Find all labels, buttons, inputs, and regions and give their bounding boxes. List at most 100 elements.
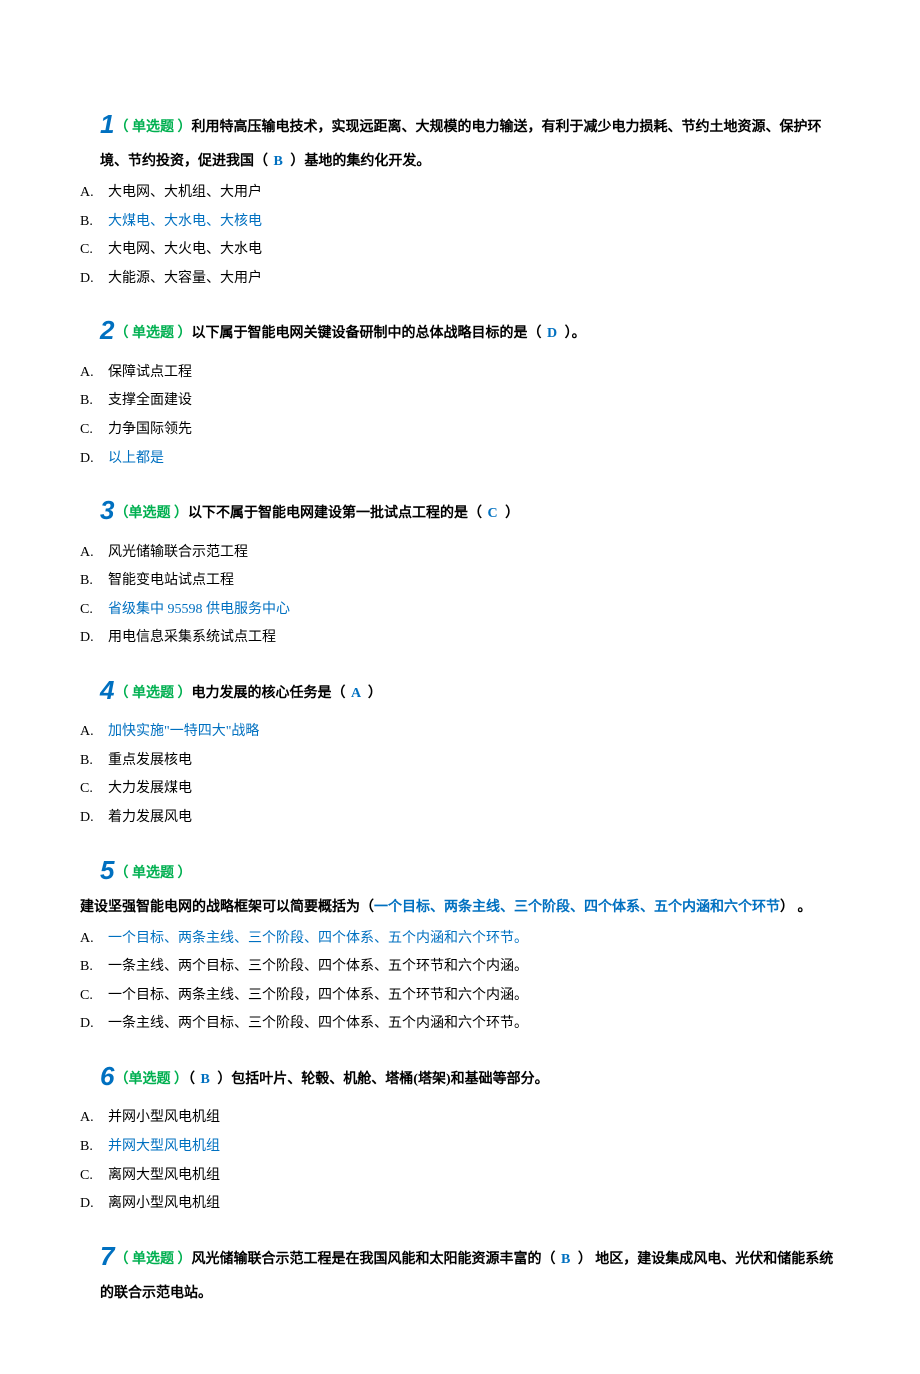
question-stem-post: ）包括叶片、轮毂、机舱、塔桶(塔架)和基础等部分。 (217, 1072, 548, 1087)
question-type: （单选题 ） (114, 1072, 188, 1087)
option-item[interactable]: D.离网小型风电机组 (80, 1191, 840, 1218)
options-list: A.并网小型风电机组B.并网大型风电机组C.离网大型风电机组D.离网小型风电机组 (80, 1105, 840, 1217)
option-label: D. (80, 266, 108, 293)
option-label: C. (80, 776, 108, 803)
option-item[interactable]: C.大电网、大火电、大水电 (80, 237, 840, 264)
question-number: 1 (100, 109, 114, 139)
option-text: 离网大型风电机组 (108, 1168, 220, 1183)
question-4: 4（ 单选题 ）电力发展的核心任务是（ A ）A.加快实施"一特四大"战略B.重… (80, 666, 840, 832)
question-1: 1（ 单选题 ）利用特高压输电技术，实现远距离、大规模的电力输送，有利于减少电力… (80, 100, 840, 292)
option-text: 离网小型风电机组 (108, 1196, 220, 1211)
option-label: A. (80, 1105, 108, 1132)
option-item[interactable]: B.大煤电、大水电、大核电 (80, 209, 840, 236)
option-text: 以上都是 (108, 451, 164, 466)
question-number: 2 (100, 315, 114, 345)
option-label: B. (80, 568, 108, 595)
question-stem-pre: （ (188, 1072, 195, 1087)
option-label: C. (80, 237, 108, 264)
option-item[interactable]: A.大电网、大机组、大用户 (80, 180, 840, 207)
answer-letter: D (541, 326, 564, 341)
option-item[interactable]: D.以上都是 (80, 446, 840, 473)
option-item[interactable]: B.支撑全面建设 (80, 388, 840, 415)
question-stem-post: ） (505, 506, 519, 521)
answer-letter: A (345, 686, 367, 701)
option-item[interactable]: C.大力发展煤电 (80, 776, 840, 803)
stem-line2-highlight: 一个目标、两条主线、三个阶段、四个体系、五个内涵和六个环节 (374, 900, 780, 915)
option-item[interactable]: A.保障试点工程 (80, 360, 840, 387)
option-label: C. (80, 417, 108, 444)
option-item[interactable]: D.着力发展风电 (80, 805, 840, 832)
question-5: 5（ 单选题 ）建设坚强智能电网的战略框架可以简要概括为（一个目标、两条主线、三… (80, 846, 840, 1038)
option-item[interactable]: D.一条主线、两个目标、三个阶段、四个体系、五个内涵和六个环节。 (80, 1011, 840, 1038)
question-stem-pre: 风光储输联合示范工程是在我国风能和太阳能资源丰富的（ (191, 1252, 555, 1267)
option-item[interactable]: C.省级集中 95598 供电服务中心 (80, 597, 840, 624)
question-header: 2（ 单选题 ）以下属于智能电网关键设备研制中的总体战略目标的是（ D ）。 (100, 306, 840, 355)
question-type: （ 单选题 ） (114, 120, 191, 135)
option-label: B. (80, 209, 108, 236)
option-text: 加快实施"一特四大"战略 (108, 724, 259, 739)
question-header: 3（单选题 ）以下不属于智能电网建设第一批试点工程的是（ C ） (100, 486, 840, 535)
option-text: 大电网、大机组、大用户 (108, 185, 262, 200)
options-list: A.大电网、大机组、大用户B.大煤电、大水电、大核电C.大电网、大火电、大水电D… (80, 180, 840, 292)
option-label: B. (80, 388, 108, 415)
option-text: 大煤电、大水电、大核电 (108, 214, 262, 229)
question-7: 7（ 单选题 ）风光储输联合示范工程是在我国风能和太阳能资源丰富的（ B ） 地… (80, 1232, 840, 1308)
question-header: 4（ 单选题 ）电力发展的核心任务是（ A ） (100, 666, 840, 715)
option-text: 重点发展核电 (108, 753, 192, 768)
option-item[interactable]: A.并网小型风电机组 (80, 1105, 840, 1132)
option-text: 保障试点工程 (108, 365, 192, 380)
option-item[interactable]: B.智能变电站试点工程 (80, 568, 840, 595)
question-stem-pre: 电力发展的核心任务是（ (191, 686, 345, 701)
question-type: （单选题 ） (114, 506, 188, 521)
document-root: 1（ 单选题 ）利用特高压输电技术，实现远距离、大规模的电力输送，有利于减少电力… (80, 100, 840, 1308)
question-stem-post: ） (368, 686, 382, 701)
option-text: 一条主线、两个目标、三个阶段、四个体系、五个内涵和六个环节。 (108, 1016, 528, 1031)
option-item[interactable]: B.并网大型风电机组 (80, 1134, 840, 1161)
question-type: （ 单选题 ） (114, 326, 191, 341)
option-label: A. (80, 360, 108, 387)
question-stem-pre: 利用特高压输电技术，实现远距离、大规模的电力输送，有利于减少电力损耗、节约土地资… (100, 120, 821, 169)
option-item[interactable]: D.用电信息采集系统试点工程 (80, 625, 840, 652)
question-stem-line2: 建设坚强智能电网的战略框架可以简要概括为（一个目标、两条主线、三个阶段、四个体系… (80, 895, 840, 922)
option-item[interactable]: C.力争国际领先 (80, 417, 840, 444)
question-stem-post: ）。 (565, 326, 586, 341)
option-label: B. (80, 954, 108, 981)
question-header: 1（ 单选题 ）利用特高压输电技术，实现远距离、大规模的电力输送，有利于减少电力… (100, 100, 840, 176)
option-text: 用电信息采集系统试点工程 (108, 630, 276, 645)
option-item[interactable]: B.一条主线、两个目标、三个阶段、四个体系、五个环节和六个内涵。 (80, 954, 840, 981)
question-number: 7 (100, 1241, 114, 1271)
option-item[interactable]: D.大能源、大容量、大用户 (80, 266, 840, 293)
option-label: D. (80, 625, 108, 652)
question-header: 6（单选题 ）（ B ）包括叶片、轮毂、机舱、塔桶(塔架)和基础等部分。 (100, 1052, 840, 1101)
answer-letter: C (482, 506, 505, 521)
option-label: A. (80, 540, 108, 567)
option-item[interactable]: A.加快实施"一特四大"战略 (80, 719, 840, 746)
question-number: 3 (100, 495, 114, 525)
option-item[interactable]: C.离网大型风电机组 (80, 1163, 840, 1190)
question-stem-post: ）基地的集约化开发。 (290, 154, 430, 169)
question-6: 6（单选题 ）（ B ）包括叶片、轮毂、机舱、塔桶(塔架)和基础等部分。A.并网… (80, 1052, 840, 1218)
question-number: 4 (100, 675, 114, 705)
option-item[interactable]: B.重点发展核电 (80, 748, 840, 775)
question-type: （ 单选题 ） (114, 866, 191, 881)
option-text: 并网小型风电机组 (108, 1110, 220, 1125)
option-label: D. (80, 1191, 108, 1218)
option-label: C. (80, 597, 108, 624)
option-item[interactable]: A.风光储输联合示范工程 (80, 540, 840, 567)
option-text: 一条主线、两个目标、三个阶段、四个体系、五个环节和六个内涵。 (108, 959, 528, 974)
option-label: C. (80, 983, 108, 1010)
question-2: 2（ 单选题 ）以下属于智能电网关键设备研制中的总体战略目标的是（ D ）。 A.… (80, 306, 840, 472)
option-label: D. (80, 1011, 108, 1038)
question-number: 5 (100, 855, 114, 885)
question-header: 5（ 单选题 ） (100, 846, 840, 895)
option-text: 智能变电站试点工程 (108, 573, 234, 588)
option-item[interactable]: C.一个目标、两条主线、三个阶段，四个体系、五个环节和六个内涵。 (80, 983, 840, 1010)
option-label: A. (80, 180, 108, 207)
option-label: A. (80, 926, 108, 953)
answer-letter: B (268, 154, 290, 169)
option-text: 大力发展煤电 (108, 781, 192, 796)
question-number: 6 (100, 1061, 114, 1091)
option-text: 并网大型风电机组 (108, 1139, 220, 1154)
answer-letter: B (555, 1252, 577, 1267)
option-item[interactable]: A.一个目标、两条主线、三个阶段、四个体系、五个内涵和六个环节。 (80, 926, 840, 953)
